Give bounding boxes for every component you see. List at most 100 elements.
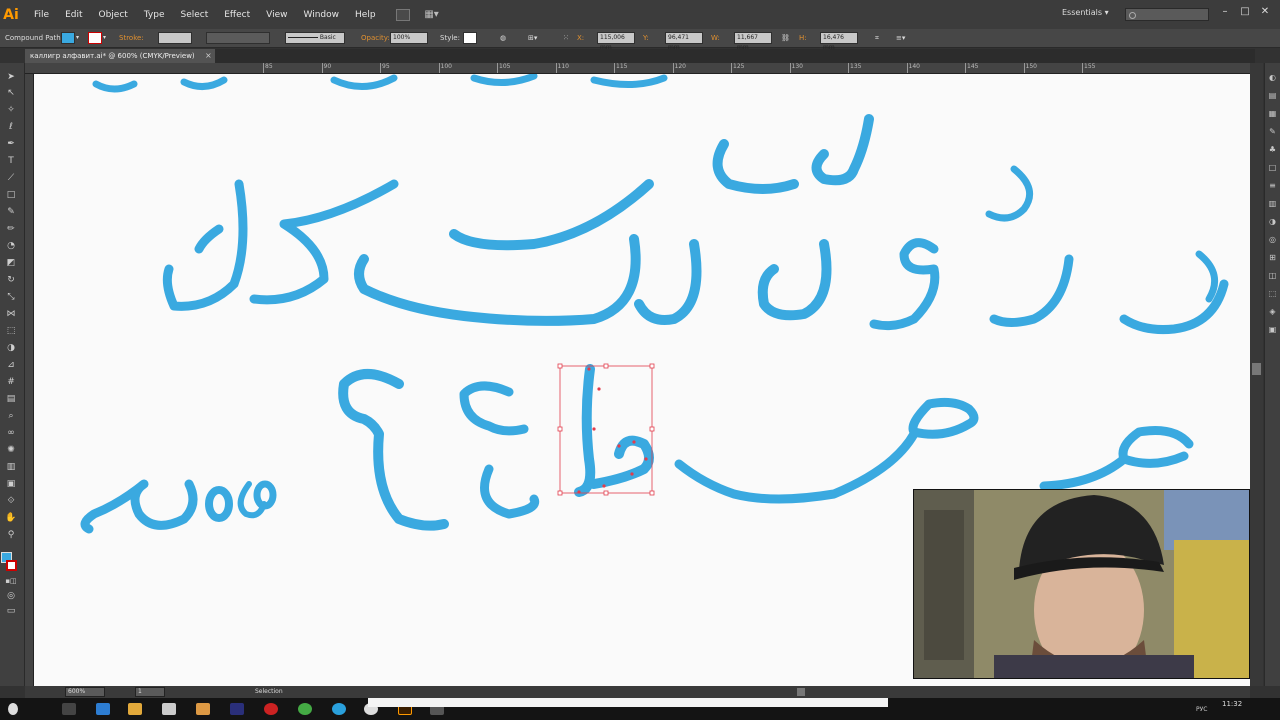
blend-icon[interactable]: ∞ [5, 427, 17, 439]
zoom-field[interactable]: 600% [65, 687, 105, 697]
opacity-label[interactable]: Opacity: [361, 32, 390, 44]
panel-menu-icon[interactable]: ≡▾ [896, 32, 905, 44]
gradient-icon[interactable]: ▤ [5, 393, 17, 405]
document-tab[interactable]: каллигр алфавит.ai* @ 600% (CMYK/Preview… [25, 49, 215, 63]
layers-icon[interactable]: ◈ [1267, 307, 1278, 317]
shape-builder-icon[interactable]: ◑ [5, 342, 17, 354]
vertical-scroll-thumb[interactable] [1252, 363, 1261, 375]
align-panel-icon[interactable]: ⊞ [1267, 253, 1278, 263]
transparency-icon[interactable]: ◑ [1267, 217, 1278, 227]
appearance-icon[interactable]: ◎ [1267, 235, 1278, 245]
arrange-documents-icon[interactable]: ▦▾ [422, 8, 442, 22]
premiere-icon[interactable] [230, 703, 244, 715]
rotate-icon[interactable]: ↻ [5, 274, 17, 286]
slice-icon[interactable]: ⟐ [5, 495, 17, 507]
gradient-panel-icon[interactable]: ▥ [1267, 199, 1278, 209]
symbol-sprayer-icon[interactable]: ✺ [5, 444, 17, 456]
brush-definition[interactable]: Basic [285, 32, 345, 44]
language-indicator[interactable]: РУС [1196, 706, 1207, 713]
reference-point-icon[interactable]: ⁙ [563, 32, 569, 44]
pathfinder-icon[interactable]: ◫ [1267, 271, 1278, 281]
recolor-artwork-icon[interactable]: ◍ [500, 32, 506, 44]
lasso-icon[interactable]: ℓ [5, 121, 17, 133]
start-search-icon[interactable] [8, 703, 18, 715]
menu-file[interactable]: File [26, 10, 57, 20]
folder-icon[interactable] [128, 703, 142, 715]
brushes-icon[interactable]: ✎ [1267, 127, 1278, 137]
menu-select[interactable]: Select [172, 10, 216, 20]
width-field[interactable]: 11,667 mm [734, 32, 772, 51]
stroke-swatch[interactable] [6, 560, 17, 571]
fill-color-swatch[interactable] [61, 32, 75, 44]
menu-view[interactable]: View [258, 10, 295, 20]
horizontal-scroll-thumb[interactable] [797, 688, 805, 696]
draw-mode-icon[interactable]: ◎ [5, 590, 17, 602]
menu-effect[interactable]: Effect [216, 10, 258, 20]
search-input[interactable] [1125, 8, 1209, 21]
width-tool-icon[interactable]: ⋈ [5, 308, 17, 320]
artboards-icon[interactable]: ▣ [1267, 325, 1278, 335]
magic-wand-icon[interactable]: ✧ [5, 104, 17, 116]
type-tool-icon[interactable]: T [5, 155, 17, 167]
menu-window[interactable]: Window [296, 10, 348, 20]
minimize-button[interactable]: – [1216, 4, 1234, 20]
hand-icon[interactable]: ✋ [5, 512, 17, 524]
close-tab-icon[interactable]: × [205, 49, 212, 63]
color-guide-icon[interactable]: ▤ [1267, 91, 1278, 101]
chrome-icon[interactable] [298, 703, 312, 715]
column-graph-icon[interactable]: ▥ [5, 461, 17, 473]
graphic-style-swatch[interactable] [463, 32, 477, 44]
scale-icon[interactable]: ⤡ [5, 291, 17, 303]
transform-icon[interactable]: ⌗ [875, 32, 879, 44]
rectangle-tool-icon[interactable]: □ [5, 189, 17, 201]
x-field[interactable]: 115,006 mm [597, 32, 635, 51]
variable-width-profile[interactable] [206, 32, 270, 44]
bridge-button[interactable] [395, 8, 410, 21]
workspace-switcher[interactable]: Essentials ▾ [1062, 8, 1109, 17]
zoom-icon[interactable]: ⚲ [5, 529, 17, 541]
eyedropper-icon[interactable]: ⌕ [5, 410, 17, 422]
constrain-proportions-icon[interactable]: ⛓ [781, 32, 790, 44]
color-panel-icon[interactable]: ◐ [1267, 73, 1278, 83]
maximize-button[interactable]: □ [1236, 4, 1254, 20]
artboard-icon[interactable]: ▣ [5, 478, 17, 490]
menu-help[interactable]: Help [347, 10, 384, 20]
stroke-label[interactable]: Stroke: [119, 32, 144, 44]
stroke-dropdown-icon[interactable]: ▾ [103, 32, 106, 44]
telegram-icon[interactable] [332, 703, 346, 715]
pencil-icon[interactable]: ✏ [5, 223, 17, 235]
blob-brush-icon[interactable]: ◔ [5, 240, 17, 252]
screen-mode-icon[interactable]: ▭ [5, 605, 17, 617]
y-field[interactable]: 96,471 mm [665, 32, 703, 51]
transform-panel-icon[interactable]: ⬚ [1267, 289, 1278, 299]
selection-tool-icon[interactable]: ➤ [5, 71, 17, 83]
current-tool-status[interactable]: Selection [255, 688, 283, 695]
stroke-panel-icon[interactable]: ≡ [1267, 181, 1278, 191]
graphic-styles-icon[interactable]: □ [1267, 163, 1278, 173]
menu-object[interactable]: Object [91, 10, 136, 20]
fill-dropdown-icon[interactable]: ▾ [76, 32, 79, 44]
opacity-field[interactable]: 100% [390, 32, 428, 44]
opera-icon[interactable] [264, 703, 278, 715]
paintbrush-icon[interactable]: ✎ [5, 206, 17, 218]
perspective-grid-icon[interactable]: ⊿ [5, 359, 17, 371]
explorer-icon[interactable] [96, 703, 110, 715]
task-view-icon[interactable] [62, 703, 76, 715]
pen-tool-icon[interactable]: ✒ [5, 138, 17, 150]
line-tool-icon[interactable]: ⟋ [5, 172, 17, 184]
stroke-weight-field[interactable] [158, 32, 192, 44]
menu-type[interactable]: Type [136, 10, 173, 20]
height-field[interactable]: 16,476 mm [820, 32, 858, 51]
close-button[interactable]: ✕ [1256, 4, 1274, 20]
eraser-icon[interactable]: ◩ [5, 257, 17, 269]
mesh-icon[interactable]: # [5, 376, 17, 388]
color-mode-icon[interactable]: ▪◫ [5, 575, 17, 587]
app-icon-1[interactable] [162, 703, 176, 715]
symbols-icon[interactable]: ♣ [1267, 145, 1278, 155]
swatches-icon[interactable]: ▦ [1267, 109, 1278, 119]
vertical-scrollbar[interactable] [1250, 63, 1263, 686]
stroke-color-swatch[interactable] [88, 32, 102, 44]
menu-edit[interactable]: Edit [57, 10, 90, 20]
align-icon[interactable]: ⊞▾ [528, 32, 537, 44]
free-transform-icon[interactable]: ⬚ [5, 325, 17, 337]
